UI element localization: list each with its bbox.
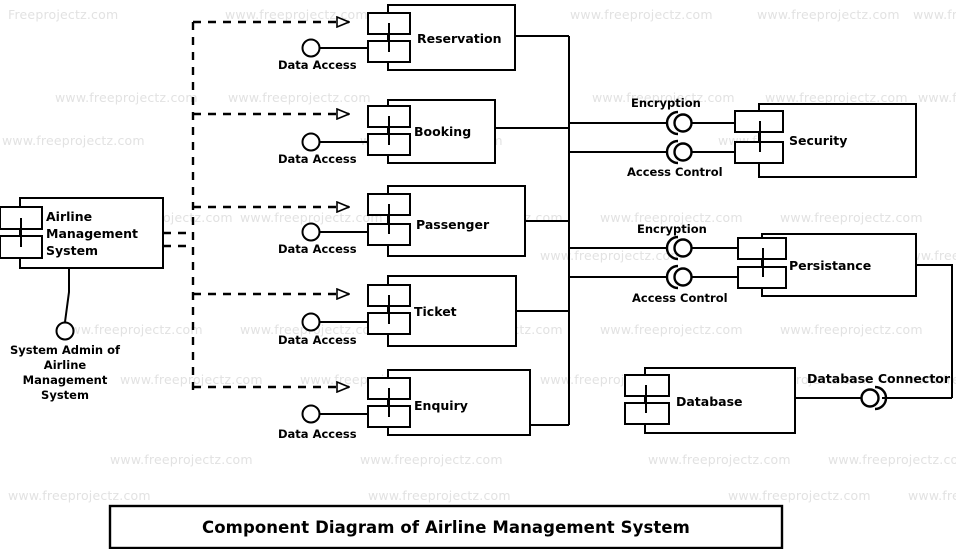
persistance-encryption-assembly-connector (665, 235, 738, 261)
interface-label-booking-data-access: Data Access (278, 152, 357, 166)
component-label-booking: Booking (414, 124, 472, 139)
security-access-control-assembly-connector (665, 139, 735, 165)
component-label-security: Security (789, 133, 848, 148)
component-diagram-canvas: Freeprojectz.com www.freeprojectz.com ww… (0, 0, 956, 549)
reservation-data-access-lollipop (301, 38, 368, 58)
database-connector-assembly (795, 385, 952, 411)
airline-management-system-label: Airline Management System (46, 209, 139, 258)
interface-label-persistance-access-control: Access Control (632, 291, 728, 305)
interface-label-security-encryption: Encryption (631, 96, 701, 110)
interface-label-persistance-encryption: Encryption (637, 222, 707, 236)
system-admin-label: System Admin of Airline Management Syste… (9, 343, 121, 402)
label-database-connector: Database Connector (807, 371, 951, 386)
booking-data-access-lollipop (301, 132, 368, 152)
enquiry-data-access-lollipop (301, 404, 368, 424)
persistance-access-control-assembly-connector (665, 264, 738, 290)
passenger-data-access-lollipop (301, 222, 368, 242)
component-label-database: Database (676, 394, 743, 409)
component-label-ticket: Ticket (414, 304, 457, 319)
trunk-interface-branches (569, 122, 668, 278)
component-label-persistance: Persistance (789, 258, 872, 273)
realization-dashed-spine (163, 22, 195, 392)
security-encryption-assembly-connector (665, 110, 735, 136)
interface-label-security-access-control: Access Control (627, 165, 723, 179)
system-admin-connector (55, 268, 75, 341)
ticket-data-access-lollipop (301, 312, 368, 332)
component-label-reservation: Reservation (417, 31, 502, 46)
component-label-enquiry: Enquiry (414, 398, 468, 413)
component-label-passenger: Passenger (416, 217, 490, 232)
diagram-geometry (0, 4, 953, 549)
interface-label-enquiry-data-access: Data Access (278, 427, 357, 441)
interface-label-reservation-data-access: Data Access (278, 58, 357, 72)
interface-label-ticket-data-access: Data Access (278, 333, 357, 347)
diagram-title: Component Diagram of Airline Management … (202, 517, 690, 537)
interface-label-passenger-data-access: Data Access (278, 242, 357, 256)
